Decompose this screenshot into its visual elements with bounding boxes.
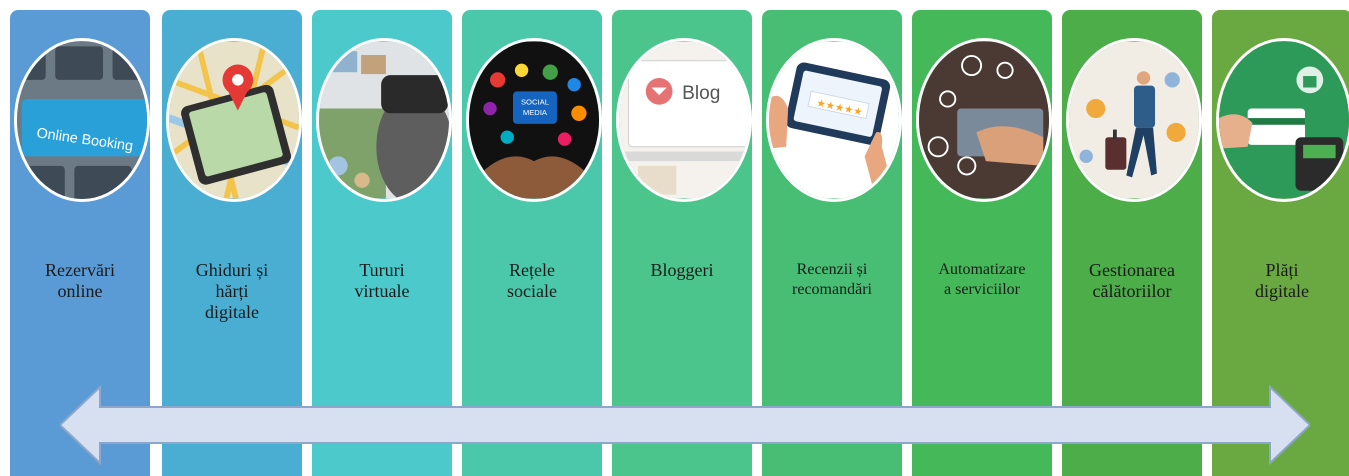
stage-label: Plăți digitale (1255, 260, 1309, 301)
traveler-luggage-icon (1066, 38, 1202, 202)
digital-payment-card-icon (1216, 38, 1349, 202)
stage-label: Ghiduri și hărți digitale (195, 260, 269, 322)
stage-label: Tururi virtuale (354, 260, 410, 301)
double-headed-arrow (60, 385, 1310, 465)
smartphone-map-pin-icon (166, 38, 302, 202)
social-badge-text: SOCIAL (521, 98, 549, 107)
stage-label: Recenzii și recomandări (792, 261, 872, 298)
stage-label: Automatizare a serviciilor (938, 261, 1026, 298)
arrow-shape (60, 385, 1310, 465)
online-booking-keyboard-icon: Online Booking (14, 38, 150, 202)
svg-text:MEDIA: MEDIA (523, 108, 548, 117)
stage-label: Rețele sociale (507, 260, 557, 301)
blog-laptop-icon: Blog (616, 38, 752, 202)
blog-text: Blog (682, 83, 720, 104)
automation-hands-icon (916, 38, 1052, 202)
stage-label: Bloggeri (650, 260, 714, 280)
stage-label: Gestionarea călătoriilor (1089, 260, 1175, 301)
stage-label: Rezervări online (45, 260, 115, 301)
rating-tablet-icon: ★★★★★ (766, 38, 902, 202)
social-media-hands-icon: SOCIAL MEDIA (466, 38, 602, 202)
vr-headset-icon (316, 38, 452, 202)
